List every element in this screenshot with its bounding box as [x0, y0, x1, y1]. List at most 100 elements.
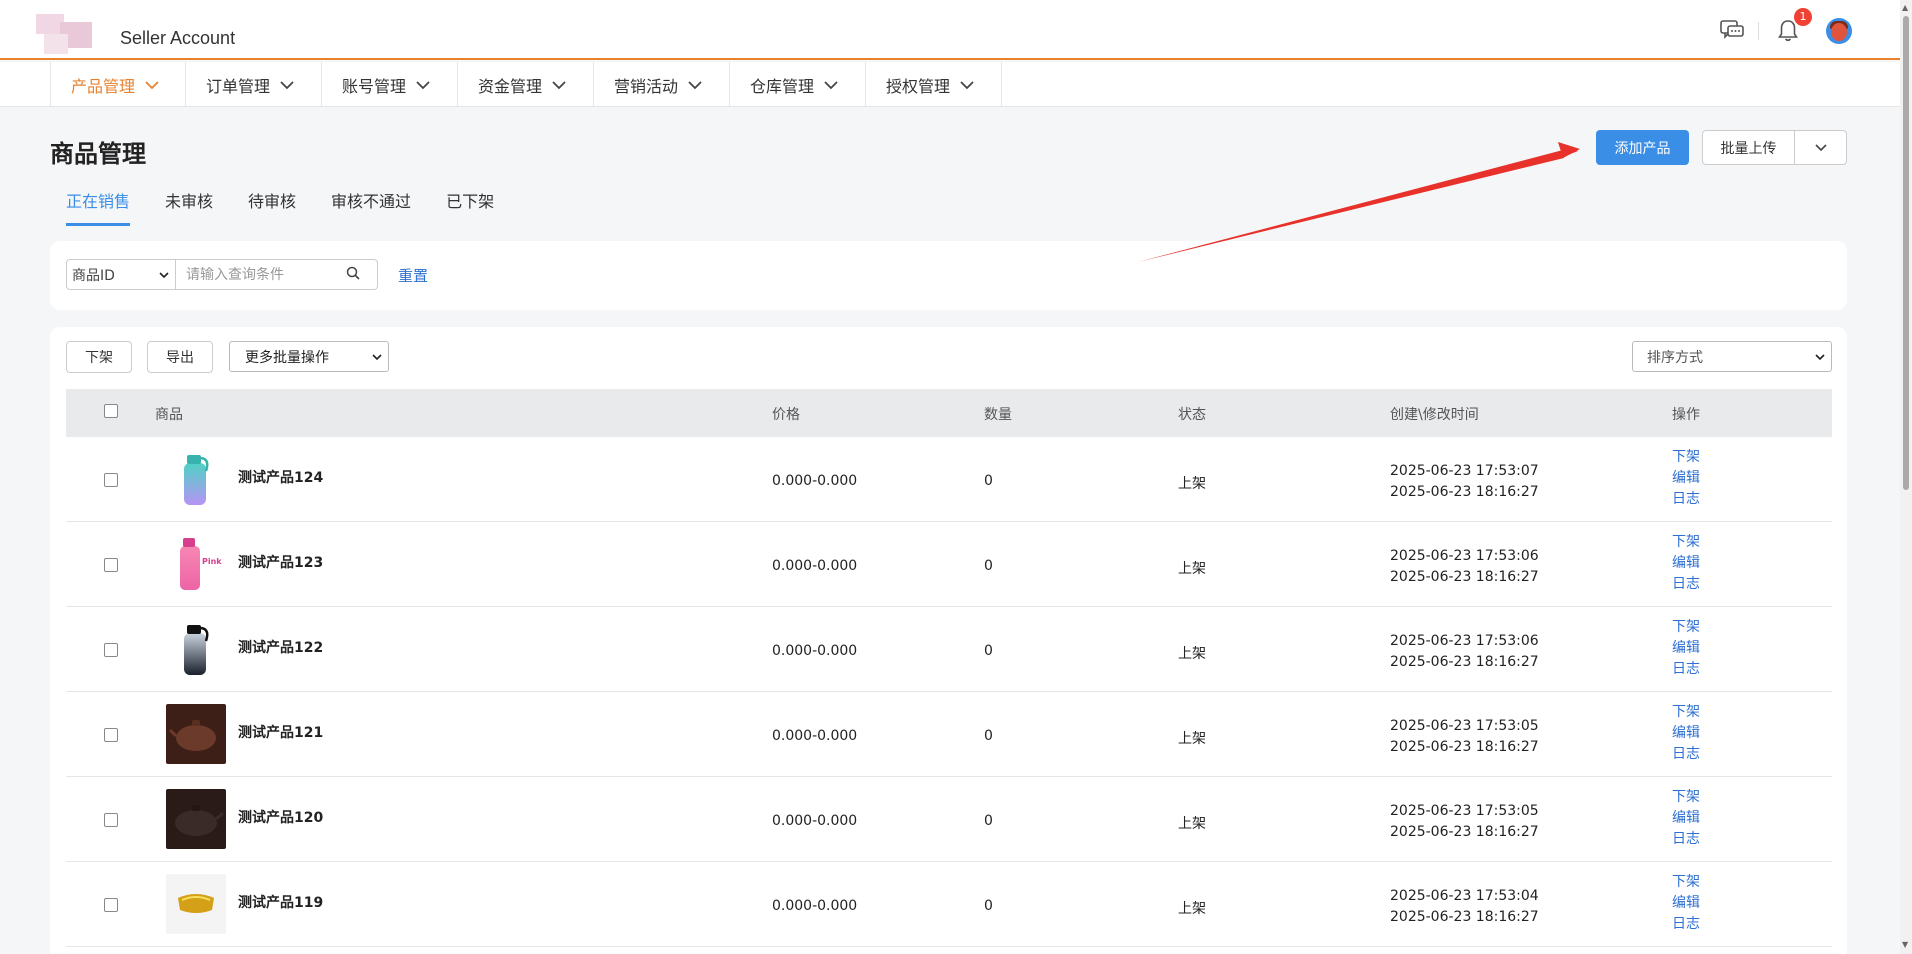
chat-icon[interactable] — [1718, 16, 1746, 44]
log-link[interactable]: 日志 — [1672, 829, 1700, 850]
delist-link[interactable]: 下架 — [1672, 532, 1700, 553]
row-checkbox[interactable] — [104, 813, 118, 827]
product-name[interactable]: 测试产品122 — [238, 637, 323, 657]
search-input[interactable] — [176, 266, 346, 283]
row-actions: 下架 编辑 日志 — [1672, 702, 1700, 765]
add-product-button[interactable]: 添加产品 — [1596, 130, 1689, 165]
product-times: 2025-06-23 17:53:07 2025-06-23 18:16:27 — [1390, 461, 1539, 503]
product-thumbnail[interactable] — [166, 789, 226, 849]
table-row: 测试产品119 0.000-0.000 0 上架 2025-06-23 17:5… — [66, 862, 1832, 947]
product-thumbnail[interactable] — [166, 704, 226, 764]
nav-item-marketing[interactable]: 营销活动 — [594, 62, 730, 107]
tab-delisted[interactable]: 已下架 — [446, 188, 494, 220]
product-name[interactable]: 测试产品119 — [238, 892, 323, 912]
product-name[interactable]: 测试产品124 — [238, 467, 323, 487]
edit-link[interactable]: 编辑 — [1672, 553, 1700, 574]
delist-link[interactable]: 下架 — [1672, 787, 1700, 808]
nav-item-product[interactable]: 产品管理 — [50, 62, 186, 107]
reset-link[interactable]: 重置 — [398, 265, 428, 286]
nav-item-funds[interactable]: 资金管理 — [458, 62, 594, 107]
export-button[interactable]: 导出 — [147, 341, 213, 373]
edit-link[interactable]: 编辑 — [1672, 638, 1700, 659]
product-price: 0.000-0.000 — [772, 728, 858, 744]
chevron-down-icon — [552, 75, 566, 94]
product-thumbnail[interactable] — [166, 449, 226, 509]
product-quantity: 0 — [984, 813, 993, 829]
chevron-down-icon — [1815, 349, 1825, 365]
table-header: 商品 价格 数量 状态 创建\修改时间 操作 — [66, 389, 1832, 437]
log-link[interactable]: 日志 — [1672, 574, 1700, 595]
table-row: 测试产品120 0.000-0.000 0 上架 2025-06-23 17:5… — [66, 777, 1832, 862]
avatar[interactable] — [1826, 18, 1852, 44]
nav-item-account[interactable]: 账号管理 — [322, 62, 458, 107]
chevron-down-icon — [372, 349, 382, 365]
chevron-down-icon — [688, 75, 702, 94]
row-checkbox[interactable] — [104, 643, 118, 657]
column-header-actions: 操作 — [1672, 407, 1700, 423]
delist-link[interactable]: 下架 — [1672, 447, 1700, 468]
batch-upload-dropdown[interactable] — [1795, 131, 1846, 164]
log-link[interactable]: 日志 — [1672, 489, 1700, 510]
delist-link[interactable]: 下架 — [1672, 702, 1700, 723]
product-table-panel: 下架 导出 更多批量操作 排序方式 商品 价格 数量 状态 创建\修改时间 操作… — [50, 327, 1847, 954]
row-checkbox[interactable] — [104, 898, 118, 912]
status-tabs: 正在销售 未审核 待审核 审核不通过 已下架 — [66, 188, 529, 226]
row-actions: 下架 编辑 日志 — [1672, 532, 1700, 595]
log-link[interactable]: 日志 — [1672, 659, 1700, 680]
nav-item-authorization[interactable]: 授权管理 — [866, 62, 1002, 107]
row-checkbox[interactable] — [104, 728, 118, 742]
search-icon[interactable] — [346, 266, 360, 284]
edit-link[interactable]: 编辑 — [1672, 808, 1700, 829]
select-all-checkbox[interactable] — [104, 404, 118, 418]
product-status: 上架 — [1178, 816, 1206, 832]
product-thumbnail[interactable] — [166, 874, 226, 934]
sort-select[interactable]: 排序方式 — [1632, 341, 1832, 372]
product-quantity: 0 — [984, 898, 993, 914]
scroll-up-icon[interactable]: ▲ — [1902, 3, 1908, 12]
edit-link[interactable]: 编辑 — [1672, 893, 1700, 914]
sort-selected: 排序方式 — [1647, 349, 1703, 366]
created-time: 2025-06-23 17:53:04 — [1390, 888, 1539, 904]
chevron-down-icon — [145, 75, 159, 94]
top-header: Seller Account 1 — [0, 0, 1900, 60]
log-link[interactable]: 日志 — [1672, 914, 1700, 935]
search-field-select[interactable]: 商品ID — [66, 259, 176, 290]
nav-item-warehouse[interactable]: 仓库管理 — [730, 62, 866, 107]
bulk-actions-select[interactable]: 更多批量操作 — [229, 341, 389, 372]
scroll-down-icon[interactable]: ▼ — [1902, 940, 1908, 949]
product-name[interactable]: 测试产品123 — [238, 552, 323, 572]
nav-item-orders[interactable]: 订单管理 — [186, 62, 322, 107]
modified-time: 2025-06-23 18:16:27 — [1390, 569, 1539, 585]
tab-on-sale[interactable]: 正在销售 — [66, 188, 131, 226]
product-name[interactable]: 测试产品121 — [238, 722, 323, 742]
product-name[interactable]: 测试产品120 — [238, 807, 323, 827]
product-times: 2025-06-23 17:53:04 2025-06-23 18:16:27 — [1390, 886, 1539, 928]
delist-button[interactable]: 下架 — [66, 341, 132, 373]
product-thumbnail[interactable]: Pink — [166, 534, 226, 594]
row-checkbox[interactable] — [104, 473, 118, 487]
product-status: 上架 — [1178, 476, 1206, 492]
nav-item-label: 营销活动 — [614, 76, 679, 96]
chevron-down-icon — [824, 75, 838, 94]
delist-link[interactable]: 下架 — [1672, 872, 1700, 893]
delist-link[interactable]: 下架 — [1672, 617, 1700, 638]
product-quantity: 0 — [984, 558, 993, 574]
logo[interactable] — [36, 14, 96, 56]
page-title: 商品管理 — [50, 140, 146, 168]
page-scrollbar[interactable]: ▲ ▼ — [1900, 0, 1912, 954]
scroll-thumb[interactable] — [1903, 16, 1909, 490]
nav-item-label: 授权管理 — [886, 76, 951, 96]
created-time: 2025-06-23 17:53:07 — [1390, 463, 1539, 479]
tab-pending-review[interactable]: 待审核 — [248, 188, 296, 220]
edit-link[interactable]: 编辑 — [1672, 723, 1700, 744]
tab-unreviewed[interactable]: 未审核 — [165, 188, 213, 220]
batch-upload-button-group: 批量上传 — [1702, 130, 1847, 165]
modified-time: 2025-06-23 18:16:27 — [1390, 739, 1539, 755]
tab-rejected[interactable]: 审核不通过 — [331, 188, 411, 220]
row-checkbox[interactable] — [104, 558, 118, 572]
batch-upload-button[interactable]: 批量上传 — [1703, 131, 1795, 164]
log-link[interactable]: 日志 — [1672, 744, 1700, 765]
product-thumbnail[interactable] — [166, 619, 226, 679]
search-field-selected: 商品ID — [72, 267, 115, 284]
edit-link[interactable]: 编辑 — [1672, 468, 1700, 489]
